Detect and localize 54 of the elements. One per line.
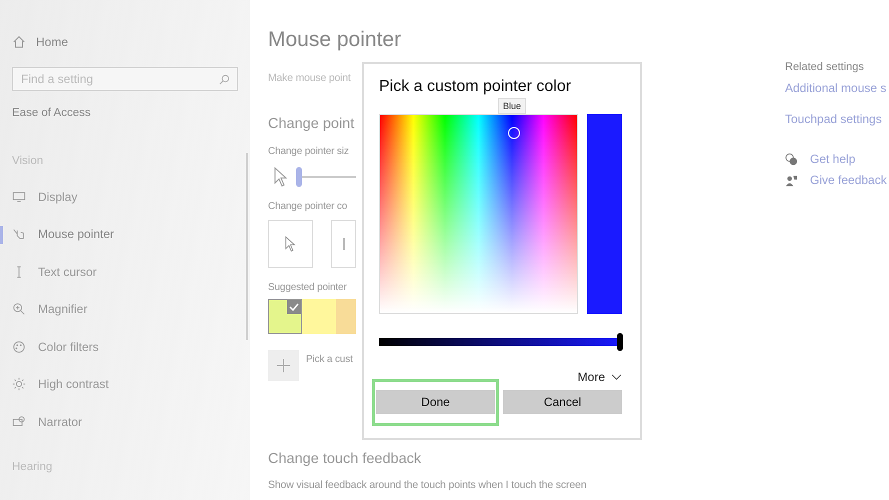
scrollbar[interactable] [246, 153, 248, 340]
search-icon [219, 74, 230, 85]
setting-description: Show visual feedback around the touch points when I touch the screen [268, 479, 588, 491]
custom-color-label: Pick a cust [306, 354, 353, 365]
intro-text: Make mouse point [268, 72, 352, 84]
search-field[interactable]: Find a setting [12, 67, 238, 91]
help-link[interactable]: Get help [810, 152, 856, 166]
page-title: Mouse pointer [268, 28, 402, 53]
section-title: Ease of Access [12, 107, 92, 119]
monitor-icon [12, 190, 26, 204]
nav-item[interactable]: Mouse pointer [0, 216, 238, 253]
pointer-icon [285, 236, 296, 252]
nav-item[interactable]: Color filters [0, 328, 238, 366]
related-link[interactable]: Touchpad settings [785, 112, 889, 126]
nav-item[interactable]: Narrator [0, 403, 238, 440]
pointer-style-option[interactable] [331, 220, 356, 268]
section-heading: Change touch feedback [268, 451, 422, 467]
slider-thumb[interactable] [617, 333, 623, 351]
color-swatch[interactable] [336, 299, 356, 334]
check-icon [287, 300, 302, 314]
more-button[interactable]: More [578, 370, 622, 384]
chevron-down-icon [611, 374, 622, 380]
person-icon [785, 174, 798, 186]
home-link[interactable]: Home [12, 32, 238, 52]
palette-icon [12, 340, 26, 354]
tooltip: Blue [498, 98, 526, 114]
brightness-slider[interactable] [379, 333, 623, 351]
cancel-button[interactable]: Cancel [503, 390, 622, 414]
slider-thumb[interactable] [296, 167, 302, 187]
setting-label: Suggested pointer [268, 282, 348, 293]
done-button[interactable]: Done [376, 390, 495, 414]
nav-item[interactable]: Text cursor [0, 253, 238, 290]
color-swatch[interactable] [302, 299, 336, 334]
pointer-icon [274, 167, 288, 187]
color-swatch[interactable] [268, 299, 302, 334]
related-link[interactable]: Additional mouse s [785, 81, 889, 95]
magnifier-icon [12, 302, 26, 316]
setting-label: Change pointer co [268, 201, 348, 212]
setting-label: Change pointer siz [268, 146, 350, 157]
size-slider[interactable] [296, 167, 356, 187]
nav-item[interactable]: Magnifier [0, 290, 238, 328]
add-custom-color-button[interactable] [268, 350, 299, 381]
plus-icon [276, 358, 291, 373]
help-link[interactable]: Give feedback [810, 173, 887, 187]
pointer-style-option[interactable] [268, 220, 314, 268]
section-heading: Change point [268, 116, 356, 132]
dialog-title: Pick a custom pointer color [379, 78, 572, 97]
related-heading: Related settings [785, 61, 865, 73]
nav-item[interactable]: High contrast [0, 366, 238, 403]
nav-item[interactable]: Display [0, 178, 238, 216]
sun-icon [12, 377, 26, 392]
picker-handle[interactable] [508, 127, 520, 139]
home-icon [12, 35, 26, 49]
color-spectrum[interactable] [379, 114, 578, 314]
